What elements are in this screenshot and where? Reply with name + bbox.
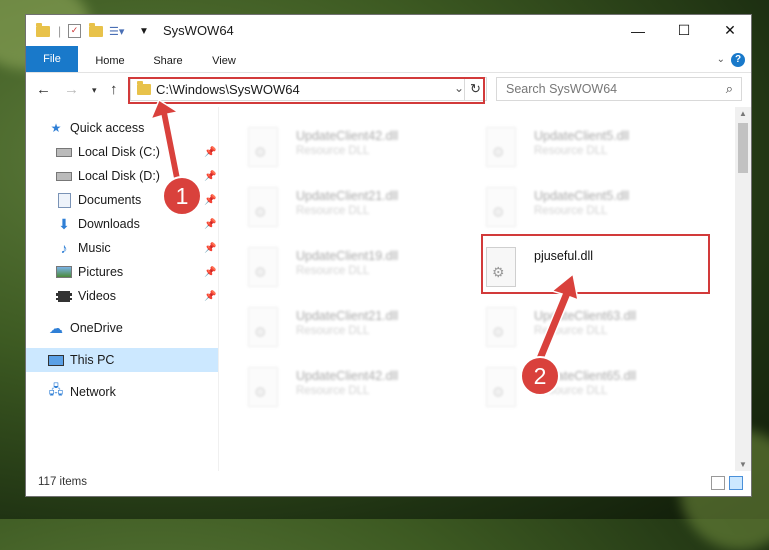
arrow-2: [533, 272, 579, 366]
annotation-arrows: [149, 98, 579, 366]
step-1-badge: 1: [162, 176, 202, 216]
step-2-badge: 2: [520, 356, 560, 396]
